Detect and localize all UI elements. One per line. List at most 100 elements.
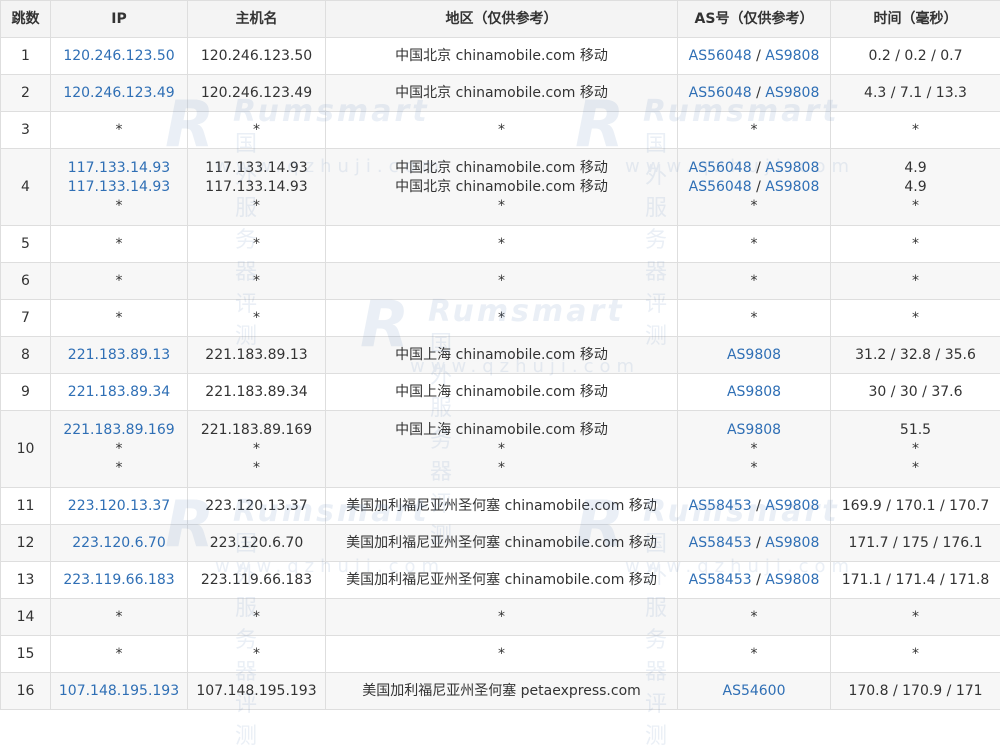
as-cell: AS56048 / AS9808 [678,75,831,112]
ip-text: * [53,440,185,459]
as-cell: * [678,636,831,673]
region-cell: * [326,112,678,149]
hop-cell: 9 [1,374,51,411]
time-text: 30 / 30 / 37.6 [833,383,998,402]
ip-link[interactable]: 120.246.123.49 [53,84,185,103]
region-cell: 中国北京 chinamobile.com 移动中国北京 chinamobile.… [326,149,678,226]
as-link[interactable]: AS9808 [727,347,781,363]
region-cell: * [326,636,678,673]
as-link[interactable]: AS9808 [765,85,819,101]
as-link[interactable]: AS9808 [765,48,819,64]
as-link[interactable]: AS54600 [723,683,786,699]
as-link[interactable]: AS9808 [727,422,781,438]
time-text: 4.3 / 7.1 / 13.3 [833,84,998,103]
time-text: * [833,197,998,216]
time-cell: * [831,226,1000,263]
ip-link[interactable]: 221.183.89.34 [53,383,185,402]
table-row: 14***** [1,599,1000,636]
hostname-text: * [190,121,323,140]
as-link[interactable]: AS9808 [765,160,819,176]
as-link[interactable]: AS56048 [689,48,752,64]
as-link[interactable]: AS56048 [689,160,752,176]
region-cell: 中国上海 chinamobile.com 移动 [326,374,678,411]
hop-cell: 13 [1,562,51,599]
as-separator: / [752,48,766,64]
ip-link[interactable]: 221.183.89.169 [53,421,185,440]
header-hop: 跳数 [1,1,51,38]
region-text: 美国加利福尼亚州圣何塞 chinamobile.com 移动 [328,571,675,590]
region-text: * [328,440,675,459]
ip-link[interactable]: 120.246.123.50 [53,47,185,66]
as-link[interactable]: AS9808 [765,535,819,551]
ip-link[interactable]: 107.148.195.193 [53,682,185,701]
as-line: * [680,197,828,216]
table-row: 6***** [1,263,1000,300]
as-link[interactable]: AS58453 [689,572,752,588]
hostname-cell: 223.120.13.37 [188,488,326,525]
hostname-cell: 221.183.89.169** [188,411,326,488]
ip-text: * [53,235,185,254]
hostname-text: * [190,459,323,478]
as-separator: / [752,535,766,551]
as-line: * [680,608,828,627]
ip-link[interactable]: 117.133.14.93 [53,178,185,197]
as-line: AS9808 [680,383,828,402]
table-row: 7***** [1,300,1000,337]
table-row: 15***** [1,636,1000,673]
as-line: AS56048 / AS9808 [680,47,828,66]
as-cell: * [678,226,831,263]
ip-link[interactable]: 223.120.6.70 [53,534,185,553]
time-text: 171.1 / 171.4 / 171.8 [833,571,998,590]
header-hostname: 主机名 [188,1,326,38]
ip-cell: * [51,300,188,337]
as-link[interactable]: AS58453 [689,498,752,514]
region-text: 中国北京 chinamobile.com 移动 [328,178,675,197]
as-link[interactable]: AS9808 [765,498,819,514]
region-text: * [328,459,675,478]
as-link[interactable]: AS9808 [727,384,781,400]
as-link[interactable]: AS56048 [689,85,752,101]
as-text: * [751,460,758,476]
as-cell: AS9808** [678,411,831,488]
as-cell: AS58453 / AS9808 [678,525,831,562]
region-text: * [328,645,675,664]
time-text: 0.2 / 0.2 / 0.7 [833,47,998,66]
hostname-text: 223.120.13.37 [190,497,323,516]
ip-link[interactable]: 117.133.14.93 [53,159,185,178]
ip-cell: * [51,599,188,636]
header-region: 地区（仅供参考） [326,1,678,38]
region-cell: 中国上海 chinamobile.com 移动** [326,411,678,488]
ip-link[interactable]: 221.183.89.13 [53,346,185,365]
ip-cell: 107.148.195.193 [51,673,188,710]
hop-cell: 10 [1,411,51,488]
region-cell: 美国加利福尼亚州圣何塞 petaexpress.com [326,673,678,710]
as-line: AS9808 [680,346,828,365]
ip-link[interactable]: 223.119.66.183 [53,571,185,590]
as-link[interactable]: AS9808 [765,572,819,588]
ip-text: * [53,272,185,291]
as-link[interactable]: AS58453 [689,535,752,551]
ip-link[interactable]: 223.120.13.37 [53,497,185,516]
time-text: * [833,309,998,328]
table-row: 1120.246.123.50120.246.123.50中国北京 chinam… [1,38,1000,75]
hostname-text: 117.133.14.93 [190,159,323,178]
hostname-text: 221.183.89.13 [190,346,323,365]
as-line: * [680,235,828,254]
hostname-text: 221.183.89.169 [190,421,323,440]
time-text: * [833,272,998,291]
table-row: 5***** [1,226,1000,263]
as-text: * [751,122,758,138]
hostname-cell: * [188,300,326,337]
as-link[interactable]: AS56048 [689,179,752,195]
ip-cell: * [51,226,188,263]
region-text: 中国北京 chinamobile.com 移动 [328,47,675,66]
as-line: AS58453 / AS9808 [680,571,828,590]
hostname-text: 107.148.195.193 [190,682,323,701]
as-line: * [680,645,828,664]
as-cell: * [678,112,831,149]
as-link[interactable]: AS9808 [765,179,819,195]
hop-cell: 7 [1,300,51,337]
header-ip: IP [51,1,188,38]
region-text: 中国上海 chinamobile.com 移动 [328,346,675,365]
hostname-text: 223.119.66.183 [190,571,323,590]
